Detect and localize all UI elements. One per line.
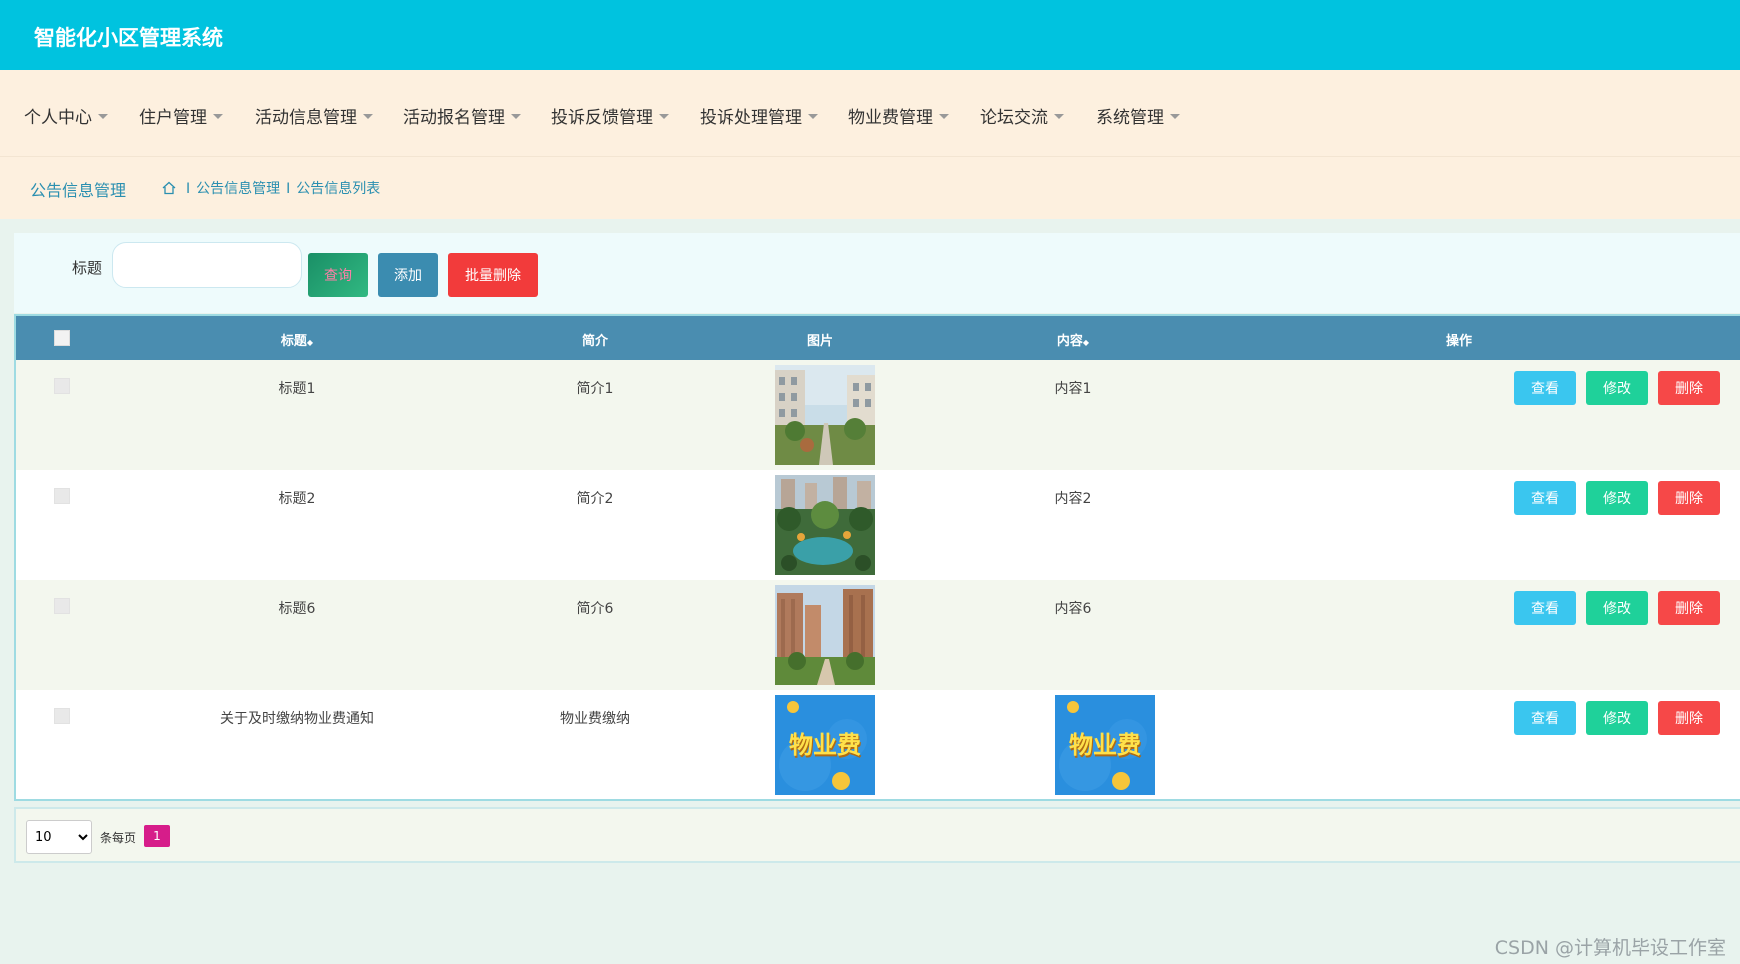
- breadcrumb-item-current: 公告信息列表: [296, 181, 381, 197]
- title-search-input[interactable]: [112, 242, 302, 288]
- poster-text: 物业费: [1069, 731, 1141, 759]
- home-icon[interactable]: [162, 181, 176, 199]
- delete-button[interactable]: 删除: [1658, 591, 1720, 625]
- add-button[interactable]: 添加: [378, 253, 438, 297]
- search-label: 标题: [72, 259, 103, 277]
- caret-down-icon: [363, 113, 373, 119]
- page-title: 公告信息管理: [30, 181, 127, 200]
- cell-title: 标题6: [278, 601, 316, 617]
- row-checkbox[interactable]: [54, 598, 70, 614]
- content-property-fee-poster-image: 物业费: [1055, 695, 1155, 795]
- nav-item-activity-info[interactable]: 活动信息管理: [255, 103, 373, 128]
- apartment-towers-image: [775, 585, 875, 685]
- nav-item-complaint-handling[interactable]: 投诉处理管理: [700, 103, 818, 128]
- row-checkbox[interactable]: [54, 708, 70, 724]
- column-header-image: 图片: [806, 334, 834, 349]
- query-button[interactable]: 查询: [308, 253, 368, 297]
- column-header-actions: 操作: [1445, 334, 1473, 349]
- table-row: 关于及时缴纳物业费通知 物业费缴纳 物业费 物业费 查看 修改 删除: [16, 690, 1740, 799]
- nav-item-activity-signup[interactable]: 活动报名管理: [403, 103, 521, 128]
- column-header-content[interactable]: 内容◆: [1057, 330, 1089, 349]
- column-header-intro: 简介: [581, 334, 609, 349]
- nav-item-system[interactable]: 系统管理: [1096, 103, 1180, 128]
- property-fee-poster-image: 物业费: [775, 695, 875, 795]
- cell-intro: 简介2: [576, 491, 614, 507]
- search-bar: 标题 查询 添加 批量删除: [14, 233, 1740, 313]
- poster-text: 物业费: [789, 731, 861, 759]
- edit-button[interactable]: 修改: [1586, 481, 1648, 515]
- page-size-select[interactable]: 10: [26, 820, 92, 854]
- batch-delete-button[interactable]: 批量删除: [448, 253, 538, 297]
- delete-button[interactable]: 删除: [1658, 481, 1720, 515]
- cell-intro: 简介1: [576, 381, 614, 397]
- caret-down-icon: [213, 113, 223, 119]
- cell-title: 标题1: [278, 381, 316, 397]
- nav-item-forum[interactable]: 论坛交流: [980, 103, 1064, 128]
- nav-item-personal-center[interactable]: 个人中心: [24, 103, 108, 128]
- watermark: CSDN @计算机毕设工作室: [1494, 937, 1726, 959]
- pagination: 10 条每页 1: [14, 807, 1740, 863]
- view-button[interactable]: 查看: [1514, 701, 1576, 735]
- view-button[interactable]: 查看: [1514, 371, 1576, 405]
- cell-content: 内容1: [1054, 381, 1092, 397]
- sort-icon: ◆: [1082, 338, 1090, 347]
- main-nav: 个人中心 住户管理 活动信息管理 活动报名管理 投诉反馈管理 投诉处理管理 物业…: [0, 70, 1740, 157]
- row-checkbox[interactable]: [54, 488, 70, 504]
- caret-down-icon: [1170, 113, 1180, 119]
- breadcrumb: I 公告信息管理 I 公告信息列表: [162, 178, 380, 199]
- caret-down-icon: [939, 113, 949, 119]
- edit-button[interactable]: 修改: [1586, 701, 1648, 735]
- delete-button[interactable]: 删除: [1658, 371, 1720, 405]
- top-bar: 智能化小区管理系统: [0, 0, 1740, 70]
- caret-down-icon: [808, 113, 818, 119]
- sort-icon: ◆: [306, 338, 314, 347]
- table-row: 标题1 简介1 内容1 查看 修改 删除: [16, 360, 1740, 470]
- view-button[interactable]: 查看: [1514, 591, 1576, 625]
- breadcrumb-item[interactable]: 公告信息管理: [196, 181, 280, 197]
- cell-content: 内容2: [1054, 491, 1092, 507]
- nav-item-property-fee[interactable]: 物业费管理: [848, 103, 949, 128]
- select-all-checkbox[interactable]: [54, 330, 70, 346]
- page-size-label: 条每页: [100, 831, 137, 845]
- edit-button[interactable]: 修改: [1586, 591, 1648, 625]
- edit-button[interactable]: 修改: [1586, 371, 1648, 405]
- table-row: 标题6 简介6 内容6 查看 修改 删除: [16, 580, 1740, 690]
- page-number-current[interactable]: 1: [144, 825, 170, 847]
- garden-pond-image: [775, 475, 875, 575]
- row-checkbox[interactable]: [54, 378, 70, 394]
- app-title: 智能化小区管理系统: [34, 26, 223, 50]
- view-button[interactable]: 查看: [1514, 481, 1576, 515]
- cell-content: 内容6: [1054, 601, 1092, 617]
- table-row: 标题2 简介2 内容2 查看 修改 删除: [16, 470, 1740, 580]
- delete-button[interactable]: 删除: [1658, 701, 1720, 735]
- cell-intro: 物业费缴纳: [560, 711, 630, 727]
- cell-intro: 简介6: [576, 601, 614, 617]
- nav-item-complaint-feedback[interactable]: 投诉反馈管理: [551, 103, 669, 128]
- cell-title: 标题2: [278, 491, 316, 507]
- table-header: 标题◆ 简介 图片 内容◆ 操作: [16, 316, 1740, 360]
- column-header-title[interactable]: 标题◆: [281, 330, 313, 349]
- community-walkway-image: [775, 365, 875, 465]
- caret-down-icon: [1054, 113, 1064, 119]
- caret-down-icon: [659, 113, 669, 119]
- caret-down-icon: [511, 113, 521, 119]
- notice-table: 标题◆ 简介 图片 内容◆ 操作 标题1 简介1 内容1 查看 修改 删除 标题…: [14, 314, 1740, 801]
- caret-down-icon: [98, 113, 108, 119]
- breadcrumb-bar: 公告信息管理 I 公告信息管理 I 公告信息列表: [0, 157, 1740, 219]
- nav-item-residents[interactable]: 住户管理: [139, 103, 223, 128]
- cell-title: 关于及时缴纳物业费通知: [220, 711, 374, 727]
